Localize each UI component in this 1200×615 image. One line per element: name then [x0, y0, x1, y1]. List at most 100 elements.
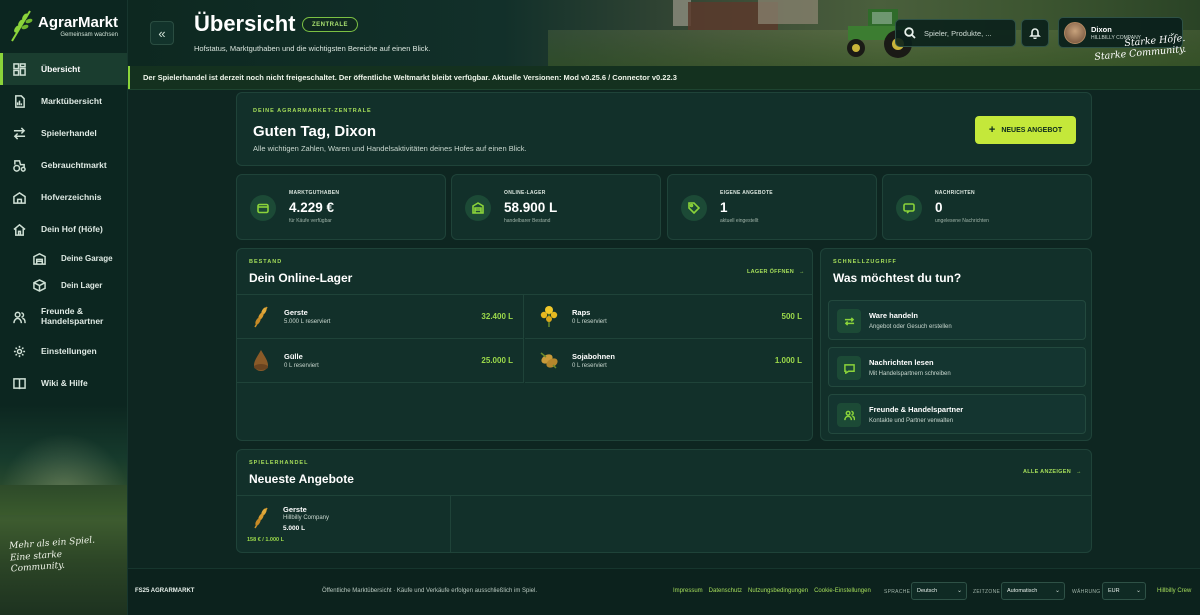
sidebar-item-dein-hof[interactable]: Dein Hof (Höfe) [0, 213, 127, 245]
stat-card-online-lager: ONLINE-LAGER 58.900 L handelbarer Bestan… [451, 174, 661, 240]
quick-action-sub: Mit Handelspartnern schreiben [869, 371, 951, 377]
slurry-icon [254, 350, 268, 371]
lager-title: Dein Online-Lager [249, 271, 353, 285]
quick-action-ware-handeln[interactable]: Ware handeln Angebot oder Gesuch erstell… [828, 300, 1086, 340]
double-chevron-left-icon: « [158, 25, 166, 41]
sidebar-item-label: Marktübersicht [41, 96, 102, 106]
lager-eyebrow: BESTAND [249, 259, 283, 265]
sidebar-item-freunde[interactable]: Freunde & Handelspartner [0, 299, 127, 335]
offer-price: 158 € / 1.000 L [247, 537, 284, 543]
sidebar-item-gebrauchtmarkt[interactable]: Gebrauchtmarkt [0, 149, 127, 181]
notifications-button[interactable] [1021, 19, 1049, 47]
search-box[interactable] [895, 19, 1016, 47]
item-reserved: 5.000 L reserviert [284, 319, 331, 325]
footer-link-impressum[interactable]: Impressum [673, 588, 703, 594]
tractor-icon [12, 158, 26, 172]
offers-eyebrow: SPIELERHANDEL [249, 460, 309, 466]
wheat-logo-icon [8, 9, 34, 43]
sidebar-item-hofverzeichnis[interactable]: Hofverzeichnis [0, 181, 127, 213]
search-input[interactable] [924, 28, 1004, 38]
welcome-title: Guten Tag, Dixon [253, 123, 377, 140]
language-select[interactable]: Deutsch ⌄ [911, 582, 967, 600]
offers-title: Neueste Angebote [249, 472, 354, 486]
item-reserved: 0 L reserviert [572, 319, 607, 325]
item-quantity: 1.000 L [774, 356, 802, 365]
footer-brand: FS25 AGRARMARKT [135, 588, 195, 594]
list-item[interactable]: Sojabohnen 0 L reserviert 1.000 L [525, 339, 812, 383]
sidebar-item-label: Dein Hof (Höfe) [41, 224, 103, 234]
brand-subtitle: Gemeinsam wachsen [60, 31, 119, 38]
show-all-offers-link[interactable]: ALLE ANZEIGEN → [1023, 469, 1082, 475]
tag-icon [681, 195, 707, 221]
footer-link-datenschutz[interactable]: Datenschutz [709, 588, 742, 594]
soybean-icon [540, 352, 558, 369]
warehouse-icon [465, 195, 491, 221]
lager-list: Gerste 5.000 L reserviert 32.400 L Raps … [237, 294, 812, 383]
footer-links: Impressum Datenschutz Nutzungsbedingunge… [673, 588, 871, 594]
info-banner: Der Spielerhandel ist derzeit noch nicht… [128, 66, 1200, 90]
box-icon [32, 279, 46, 293]
stat-card-marktguthaben: MARKTGUTHABEN 4.229 € für Käufe verfügba… [236, 174, 446, 240]
sidebar-item-deine-garage[interactable]: Deine Garage [0, 245, 127, 272]
list-item[interactable]: Gülle 0 L reserviert 25.000 L [237, 339, 524, 383]
welcome-text: Alle wichtigen Zahlen, Waren und Handels… [253, 144, 527, 153]
new-offer-button[interactable]: + NEUES ANGEBOT [975, 116, 1076, 144]
open-lager-link[interactable]: LAGER ÖFFNEN → [747, 269, 805, 275]
chevron-down-icon: ⌄ [1135, 588, 1141, 594]
list-item[interactable]: Gerste 5.000 L reserviert 32.400 L [237, 295, 524, 339]
brand-title: AgrarMarkt [38, 13, 119, 31]
sidebar-item-dein-lager[interactable]: Dein Lager [0, 272, 127, 299]
sidebar-item-label: Gebrauchtmarkt [41, 160, 107, 170]
sidebar-nav: Übersicht Marktübersicht Spielerhandel G… [0, 53, 127, 399]
sidebar-item-uebersicht[interactable]: Übersicht [0, 53, 127, 85]
sidebar-item-label: Wiki & Hilfe [41, 378, 88, 388]
wallet-icon [250, 195, 276, 221]
item-reserved: 0 L reserviert [284, 363, 319, 369]
page-subtitle: Hofstatus, Marktguthaben und die wichtig… [194, 44, 431, 53]
show-all-label: ALLE ANZEIGEN [1023, 469, 1072, 475]
sidebar-item-label: Spielerhandel [41, 128, 97, 138]
bell-icon [1029, 28, 1041, 39]
collapse-sidebar-button[interactable]: « [150, 21, 174, 45]
chat-icon [837, 356, 861, 380]
quick-title: Was möchtest du tun? [833, 271, 962, 285]
item-quantity: 32.400 L [481, 312, 513, 321]
brand-logo[interactable]: AgrarMarkt Gemeinsam wachsen [0, 0, 127, 52]
gear-icon [12, 344, 26, 358]
arrow-right-icon: → [1076, 469, 1082, 475]
timezone-select[interactable]: Automatisch ⌄ [1001, 582, 1065, 600]
stat-label: NACHRICHTEN [935, 190, 975, 196]
barley-icon [254, 306, 268, 328]
offer-item[interactable]: Gerste Hillbilly Company 5.000 L 158 € /… [237, 495, 451, 553]
shed-image [758, 0, 818, 24]
stat-hint: ungelesene Nachrichten [935, 218, 989, 224]
currency-select[interactable]: EUR ⌄ [1102, 582, 1146, 600]
language-label: SPRACHE [884, 589, 911, 595]
footer: FS25 AGRARMARKT Öffentliche Marktübersic… [128, 568, 1200, 615]
footer-link-nutzungsbedingungen[interactable]: Nutzungsbedingungen [748, 588, 808, 594]
stat-label: MARKTGUTHABEN [289, 190, 340, 196]
quick-eyebrow: SCHNELLZUGRIFF [833, 259, 897, 265]
new-offer-label: NEUES ANGEBOT [1001, 126, 1063, 134]
quick-action-nachrichten[interactable]: Nachrichten lesen Mit Handelspartnern sc… [828, 347, 1086, 387]
stat-card-eigene-angebote: EIGENE ANGEBOTE 1 aktuell eingestellt [667, 174, 877, 240]
stat-label: ONLINE-LAGER [504, 190, 546, 196]
quick-action-sub: Kontakte und Partner verwalten [869, 418, 954, 424]
sidebar-item-wiki[interactable]: Wiki & Hilfe [0, 367, 127, 399]
quick-action-freunde[interactable]: Freunde & Handelspartner Kontakte und Pa… [828, 394, 1086, 434]
sidebar-item-einstellungen[interactable]: Einstellungen [0, 335, 127, 367]
rapeseed-icon [540, 306, 558, 327]
stat-value: 0 [935, 200, 943, 215]
footer-link-cookies[interactable]: Cookie-Einstellungen [814, 588, 871, 594]
users-icon [837, 403, 861, 427]
item-name: Gülle [284, 352, 303, 361]
chevron-down-icon: ⌄ [956, 588, 962, 594]
stat-value: 58.900 L [504, 200, 558, 215]
list-item[interactable]: Raps 0 L reserviert 500 L [525, 295, 812, 339]
sidebar-item-marktuebersicht[interactable]: Marktübersicht [0, 85, 127, 117]
stat-hint: für Käufe verfügbar [289, 218, 332, 224]
sidebar-item-spielerhandel[interactable]: Spielerhandel [0, 117, 127, 149]
message-icon [896, 195, 922, 221]
item-quantity: 500 L [781, 312, 802, 321]
stat-hint: aktuell eingestellt [720, 218, 759, 224]
